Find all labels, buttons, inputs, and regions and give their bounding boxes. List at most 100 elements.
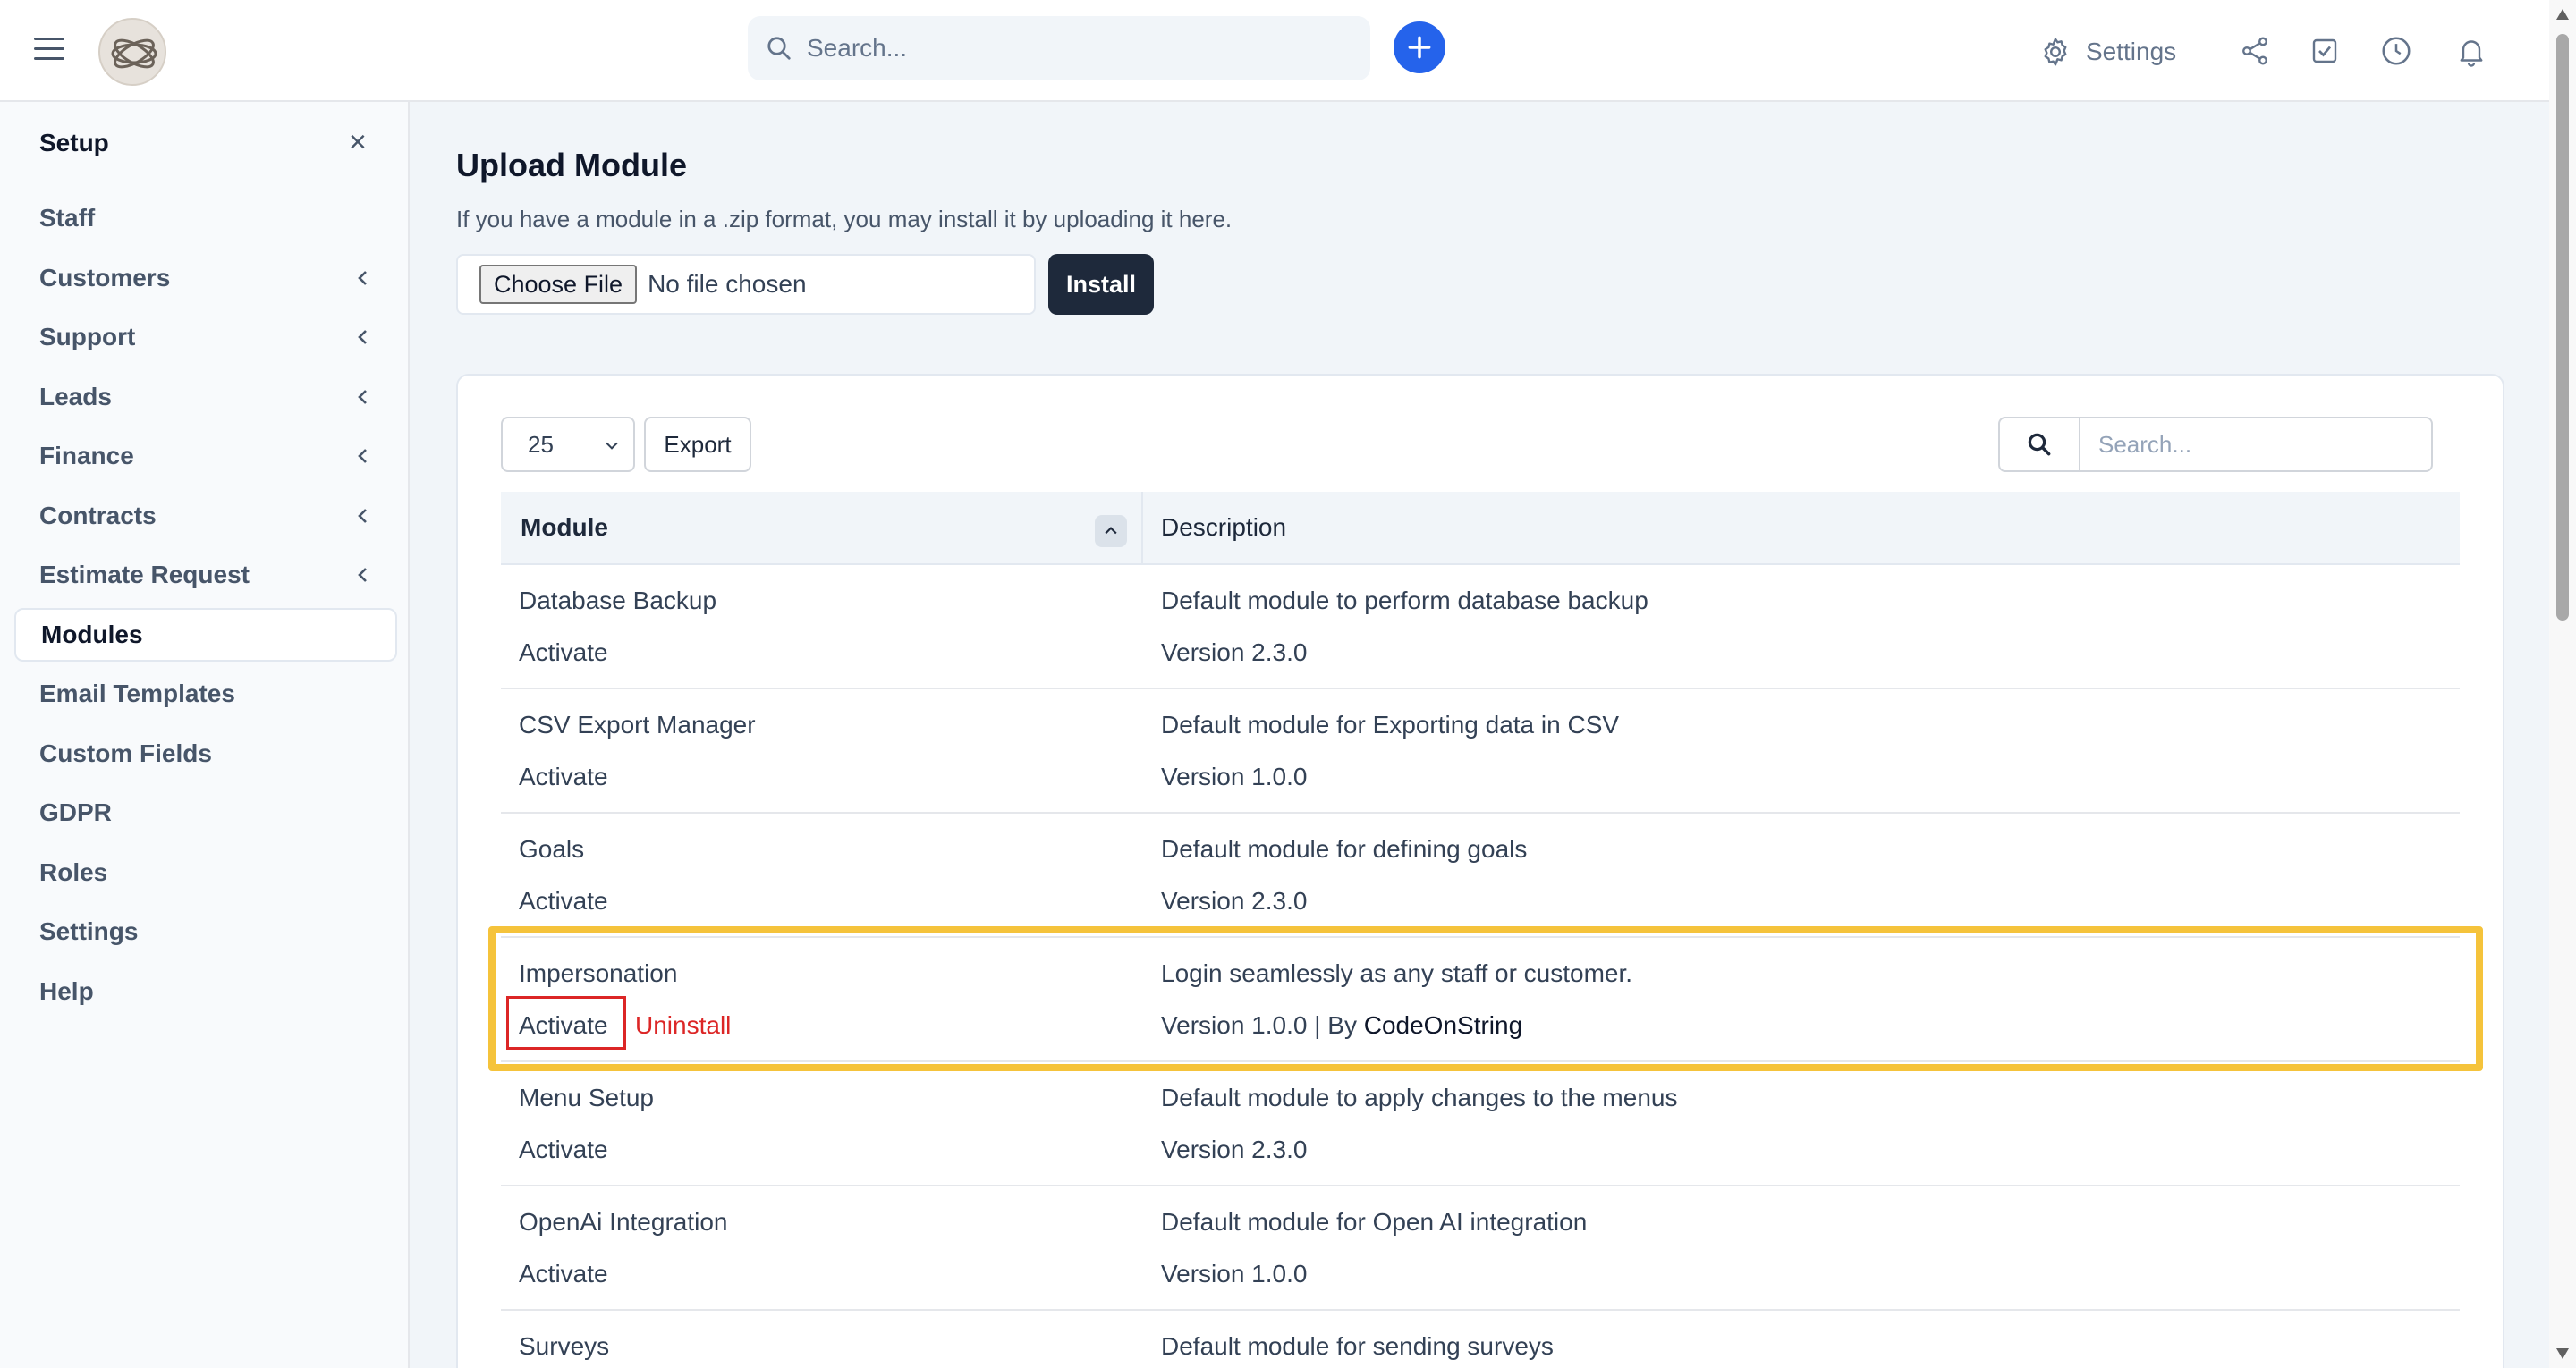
sidebar-item-contracts[interactable]: Contracts bbox=[14, 489, 397, 543]
company-logo[interactable] bbox=[98, 18, 166, 86]
module-description: Default module for Open AI integration bbox=[1161, 1208, 1588, 1236]
version-text: Version 2.3.0 bbox=[1161, 887, 1308, 915]
choose-file-button[interactable]: Choose File bbox=[479, 265, 638, 304]
column-header-module[interactable]: Module bbox=[521, 513, 608, 542]
activate-link[interactable]: Activate bbox=[519, 763, 608, 791]
module-description: Default module to apply changes to the m… bbox=[1161, 1084, 1678, 1111]
module-description: Default module for Exporting data in CSV bbox=[1161, 711, 1620, 739]
chevron-left-icon bbox=[358, 509, 367, 523]
search-icon bbox=[2000, 418, 2080, 470]
version-text: Version 2.3.0 bbox=[1161, 1136, 1308, 1163]
table-search-placeholder: Search... bbox=[2098, 430, 2192, 458]
table-search-input[interactable]: Search... bbox=[1998, 417, 2433, 472]
chevron-left-icon bbox=[358, 568, 367, 582]
version-text: Version 2.3.0 bbox=[1161, 638, 1308, 666]
settings-link[interactable]: Settings bbox=[2039, 27, 2176, 77]
sidebar-item-customers[interactable]: Customers bbox=[14, 251, 397, 305]
sidebar-item-settings[interactable]: Settings bbox=[14, 905, 397, 958]
sidebar-item-label: Custom Fields bbox=[39, 739, 212, 767]
author-link[interactable]: CodeOnString bbox=[1364, 1011, 1522, 1039]
scrollbar[interactable] bbox=[2549, 0, 2576, 1368]
module-name: OpenAi Integration bbox=[519, 1208, 728, 1236]
chevron-left-icon bbox=[358, 271, 367, 285]
bell-icon[interactable] bbox=[2453, 32, 2490, 70]
sidebar-item-label: Roles bbox=[39, 858, 108, 886]
sidebar-item-label: Help bbox=[39, 977, 94, 1005]
sidebar-item-finance[interactable]: Finance bbox=[14, 429, 397, 483]
page-length-select[interactable]: 25 bbox=[501, 417, 635, 472]
module-version: Version 1.0.0 | By CodeOnString bbox=[1161, 1011, 1522, 1040]
table-row: CSV Export Manager Activate Default module… bbox=[501, 689, 2460, 814]
page-length-value: 25 bbox=[528, 430, 554, 458]
sidebar-item-label: Support bbox=[39, 323, 136, 350]
sidebar-item-label: GDPR bbox=[39, 798, 112, 826]
sidebar-item-support[interactable]: Support bbox=[14, 310, 397, 364]
module-version: Version 1.0.0 bbox=[1161, 1260, 1307, 1288]
menu-icon[interactable] bbox=[34, 38, 64, 63]
activate-link[interactable]: Activate bbox=[519, 638, 608, 667]
table-row: SurveysActivateDefault module for sendin… bbox=[501, 1311, 2460, 1368]
scroll-up-arrow[interactable] bbox=[2556, 9, 2569, 20]
clock-icon[interactable] bbox=[2377, 32, 2415, 70]
column-header-description[interactable]: Description bbox=[1161, 513, 1286, 542]
module-version: Version 2.3.0 bbox=[1161, 1136, 1307, 1164]
module-description: Login seamlessly as any staff or custome… bbox=[1161, 959, 1633, 987]
module-name: Goals bbox=[519, 835, 585, 863]
search-icon bbox=[767, 37, 791, 60]
table-row: Goals Activate Default module for defining… bbox=[501, 814, 2460, 938]
module-description: Default module to perform database backu… bbox=[1161, 587, 1648, 614]
checkbox-icon[interactable] bbox=[2306, 32, 2343, 70]
quick-create-button[interactable] bbox=[1394, 21, 1445, 73]
table-row: Database Backup Activate Default module to… bbox=[501, 565, 2460, 689]
sidebar-item-gdpr[interactable]: GDPR bbox=[14, 786, 397, 840]
sidebar-item-label: Staff bbox=[39, 204, 96, 232]
install-button[interactable]: Install bbox=[1048, 254, 1154, 315]
activate-link[interactable]: Activate bbox=[519, 1136, 608, 1164]
chevron-down-icon bbox=[606, 442, 618, 450]
module-file-input[interactable]: Choose File No file chosen bbox=[456, 254, 1036, 315]
sidebar-item-custom-fields[interactable]: Custom Fields bbox=[14, 727, 397, 781]
module-name: Impersonation bbox=[519, 959, 678, 987]
chevron-left-icon bbox=[358, 390, 367, 404]
sidebar-item-estimate-request[interactable]: Estimate Request bbox=[14, 548, 397, 602]
export-button[interactable]: Export bbox=[644, 417, 751, 472]
activate-link[interactable]: Activate bbox=[519, 887, 608, 916]
sidebar-item-label: Contracts bbox=[39, 502, 157, 529]
module-name: Surveys bbox=[519, 1332, 610, 1360]
sidebar-item-label: Leads bbox=[39, 383, 112, 410]
no-file-label: No file chosen bbox=[648, 270, 807, 298]
table-row: Menu Setup Activate Default module to appl… bbox=[501, 1062, 2460, 1186]
sidebar-item-label: Settings bbox=[39, 917, 139, 945]
share-icon[interactable] bbox=[2236, 32, 2274, 70]
module-version: Version 2.3.0 bbox=[1161, 887, 1307, 916]
close-icon[interactable]: × bbox=[349, 127, 367, 157]
sidebar-item-label: Email Templates bbox=[39, 680, 235, 707]
global-search-input[interactable]: Search... bbox=[748, 16, 1370, 80]
chevron-left-icon bbox=[358, 449, 367, 463]
scroll-down-arrow[interactable] bbox=[2556, 1348, 2569, 1359]
sidebar-item-email-templates[interactable]: Email Templates bbox=[14, 667, 397, 721]
sidebar-item-label: Customers bbox=[39, 264, 171, 291]
settings-label: Settings bbox=[2086, 38, 2177, 65]
sidebar-item-staff[interactable]: Staff bbox=[14, 191, 397, 245]
gear-icon bbox=[2044, 38, 2067, 66]
scroll-thumb[interactable] bbox=[2556, 34, 2569, 621]
sort-ascending-icon[interactable] bbox=[1095, 515, 1127, 547]
chevron-left-icon bbox=[358, 330, 367, 344]
version-text: Version 1.0.0 bbox=[1161, 763, 1308, 790]
sidebar-item-help[interactable]: Help bbox=[14, 965, 397, 1018]
uninstall-link[interactable]: Uninstall bbox=[635, 1011, 731, 1040]
sidebar-item-roles[interactable]: Roles bbox=[14, 846, 397, 899]
global-search-placeholder: Search... bbox=[807, 34, 908, 62]
top-navbar: Search... Settings bbox=[0, 0, 2549, 102]
sidebar-item-label: Modules bbox=[41, 621, 143, 648]
sidebar-item-leads[interactable]: Leads bbox=[14, 370, 397, 424]
module-name: CSV Export Manager bbox=[519, 711, 756, 739]
sidebar-item-label: Estimate Request bbox=[39, 561, 250, 588]
sidebar-item-modules[interactable]: Modules bbox=[14, 608, 397, 662]
activate-link[interactable]: Activate bbox=[519, 1260, 608, 1288]
plus-icon bbox=[1408, 36, 1431, 59]
activate-link[interactable]: Activate bbox=[519, 1011, 608, 1040]
version-text: Version 1.0.0 bbox=[1161, 1260, 1308, 1288]
sidebar-item-label: Finance bbox=[39, 442, 134, 469]
